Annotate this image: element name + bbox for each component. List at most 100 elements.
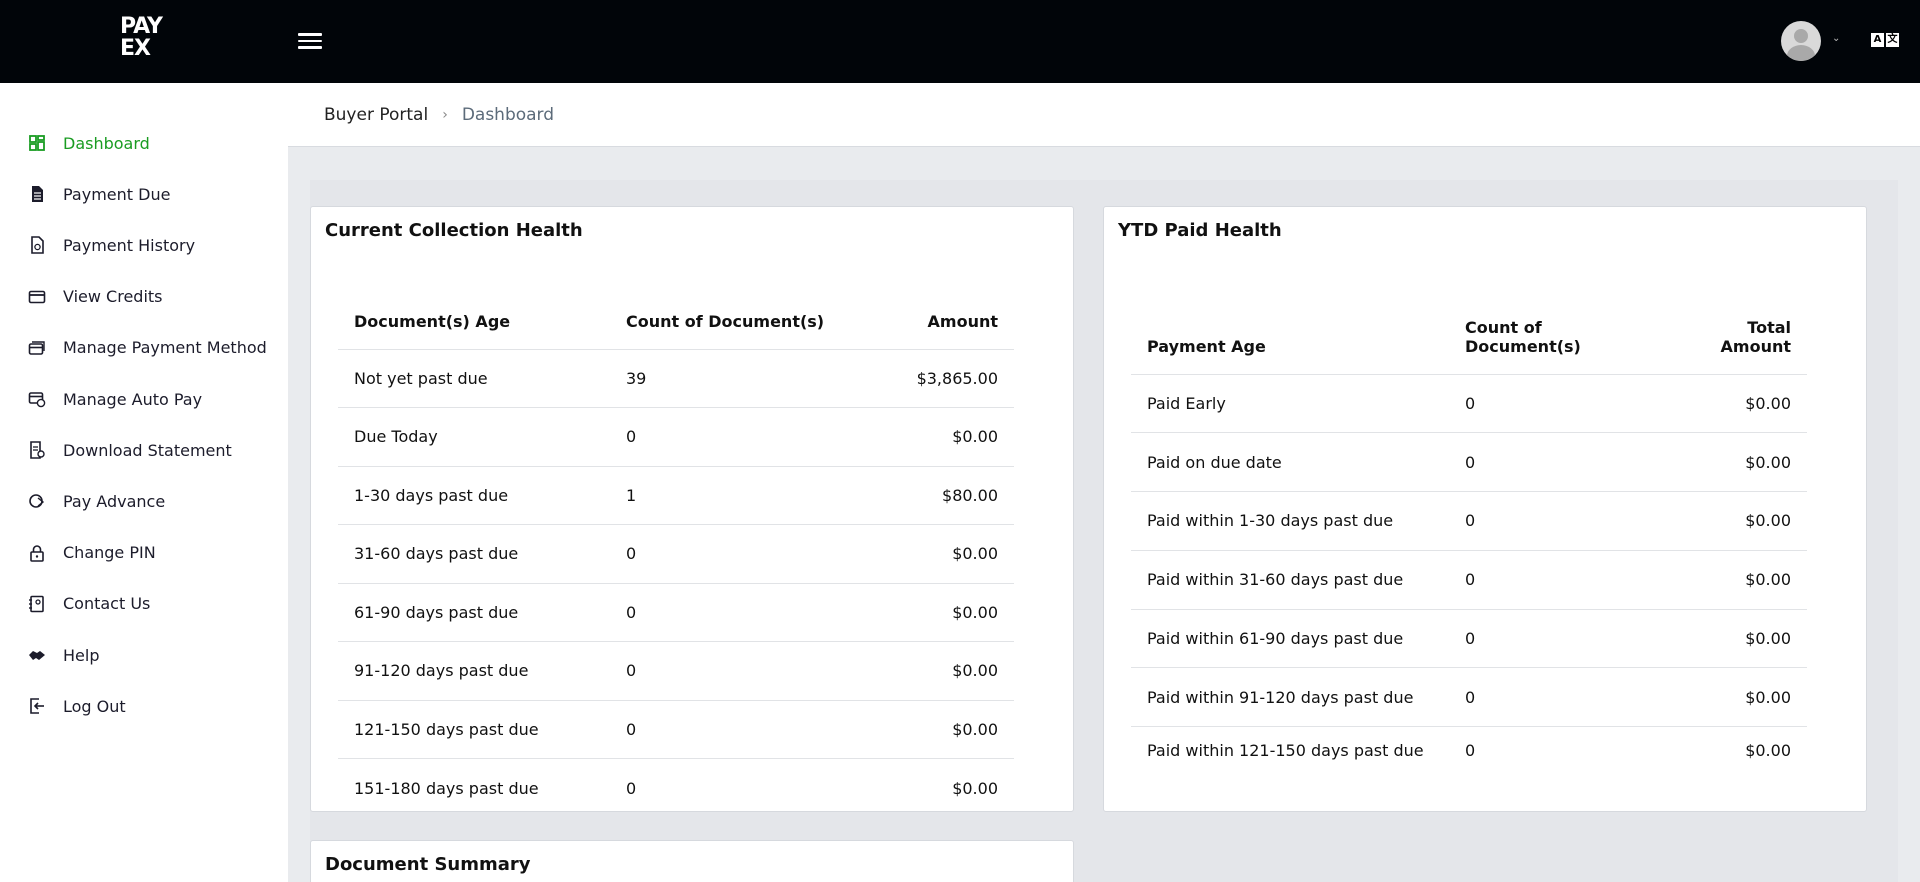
handshake-icon (28, 646, 46, 664)
sidebar-item-pay-advance[interactable]: Pay Advance (28, 489, 165, 513)
sidebar-item-label: Manage Auto Pay (63, 389, 203, 409)
sidebar-item-label: Payment Due (63, 184, 171, 204)
sidebar-item-label: Contact Us (63, 594, 151, 614)
payex-logo[interactable]: PAY EX (120, 16, 168, 64)
chevron-down-icon[interactable]: ⌄ (1832, 33, 1840, 44)
table-row: 151-180 days past due 0 $0.00 (338, 758, 1014, 817)
collection-cell: 0 (610, 758, 850, 817)
sidebar-item-label: Help (63, 645, 100, 665)
collection-cell: $80.00 (850, 465, 1014, 525)
table-row: Paid within 121-150 days past due 0 $0.00 (1131, 726, 1807, 786)
sidebar-item-label: Manage Payment Method (63, 338, 267, 358)
document-summary-title: Document Summary (325, 854, 531, 875)
collection-cell: $0.00 (850, 582, 1014, 642)
sidebar-item-label: View Credits (63, 287, 163, 307)
table-row: Due Today 0 $0.00 (338, 407, 1014, 466)
ytd-cell: $0.00 (1620, 432, 1807, 492)
ytd-cell: $0.00 (1620, 491, 1807, 551)
collection-cell: 121-150 days past due (338, 699, 610, 759)
sidebar-item-payment-due[interactable]: Payment Due (28, 182, 170, 206)
sidebar-item-label: Payment History (63, 235, 196, 255)
ytd-header-1: Count of Document(s) (1465, 317, 1581, 356)
sidebar-item-change-pin[interactable]: Change PIN (28, 541, 156, 565)
ytd-cell: Paid within 121-150 days past due (1131, 726, 1449, 786)
lang-latin-glyph: A (1871, 33, 1884, 47)
ytd-cell: Paid on due date (1131, 432, 1449, 492)
ytd-cell: Paid within 31-60 days past due (1131, 549, 1449, 610)
history-file-icon (28, 236, 46, 255)
sidebar-item-label: Download Statement (63, 440, 232, 460)
table-row: 91-120 days past due 0 $0.00 (338, 641, 1014, 700)
ytd-health-title: YTD Paid Health (1118, 220, 1282, 241)
cards-icon (28, 339, 46, 357)
sidebar-item-payment-history[interactable]: Payment History (28, 233, 195, 257)
ytd-cell: $0.00 (1620, 667, 1807, 727)
ytd-health-table: Payment Age Count of Document(s) Total Amo… (1131, 303, 1807, 786)
statement-icon (28, 441, 46, 459)
hamburger-menu-icon[interactable] (298, 29, 324, 51)
collection-health-card: Current Collection Health Document(s) Ag… (310, 206, 1074, 817)
table-row: 61-90 days past due 0 $0.00 (338, 582, 1014, 642)
collection-cell: $0.00 (850, 524, 1014, 583)
sidebar-item-view-credits[interactable]: View Credits (28, 285, 163, 309)
sidebar-item-help[interactable]: Help (28, 643, 99, 667)
collection-cell: 39 (610, 348, 850, 408)
collection-cell: 31-60 days past due (338, 524, 610, 583)
ytd-cell: Paid Early (1131, 373, 1449, 433)
collection-header-1: Count of Document(s) (626, 311, 825, 331)
lock-icon (28, 544, 46, 562)
card-clock-icon (28, 390, 46, 408)
sidebar-item-label: Dashboard (63, 133, 150, 153)
collection-header-2: Amount (927, 311, 998, 331)
ytd-cell: $0.00 (1620, 726, 1807, 786)
table-row: 31-60 days past due 0 $0.00 (338, 524, 1014, 583)
sidebar-item-label: Change PIN (63, 543, 156, 563)
collection-cell: 1 (610, 465, 850, 525)
ytd-cell: Paid within 91-120 days past due (1131, 667, 1449, 727)
sidebar-item-log-out[interactable]: Log Out (28, 694, 126, 718)
ytd-cell: 0 (1449, 491, 1621, 551)
ytd-cell: Paid within 1-30 days past due (1131, 491, 1449, 551)
logo-line-2: EX (120, 36, 151, 61)
ytd-cell: 0 (1449, 667, 1621, 727)
ytd-cell: 0 (1449, 373, 1621, 433)
lang-cjk-glyph: 文 (1886, 33, 1899, 47)
table-row: Paid within 91-120 days past due 0 $0.00 (1131, 667, 1807, 727)
ytd-cell: 0 (1449, 726, 1621, 786)
table-row: Paid on due date 0 $0.00 (1131, 432, 1807, 492)
collection-cell: Due Today (338, 407, 610, 466)
collection-cell: 0 (610, 582, 850, 642)
ytd-cell: $0.00 (1620, 608, 1807, 668)
collection-header-0: Document(s) Age (354, 311, 511, 331)
sidebar-item-dashboard[interactable]: Dashboard (28, 131, 150, 155)
collection-cell: Not yet past due (338, 348, 610, 408)
table-row: 1-30 days past due 1 $80.00 (338, 465, 1014, 525)
language-translate-icon[interactable]: A 文 (1871, 33, 1899, 49)
breadcrumb: Buyer Portal › Dashboard (288, 83, 1920, 147)
sidebar-item-label: Log Out (63, 696, 126, 716)
collection-cell: 0 (610, 699, 850, 759)
credit-card-icon (28, 288, 46, 306)
ytd-cell: 0 (1449, 608, 1621, 668)
logo-line-1: PAY (120, 14, 163, 39)
ytd-header-2: Total Amount (1720, 317, 1791, 356)
ytd-cell: $0.00 (1620, 373, 1807, 433)
sidebar-item-contact-us[interactable]: Contact Us (28, 592, 150, 616)
sidebar-item-manage-payment-method[interactable]: Manage Payment Method (28, 336, 267, 360)
sidebar-item-download-statement[interactable]: Download Statement (28, 438, 232, 462)
breadcrumb-current: Dashboard (461, 104, 555, 125)
collection-cell: 91-120 days past due (338, 641, 610, 700)
ytd-health-card: YTD Paid Health Payment Age Count of Docu… (1103, 206, 1867, 812)
contact-book-icon (28, 595, 46, 613)
sidebar-item-manage-auto-pay[interactable]: Manage Auto Pay (28, 387, 202, 411)
breadcrumb-root-link[interactable]: Buyer Portal (324, 105, 428, 125)
collection-cell: $0.00 (850, 407, 1014, 466)
ytd-header-0: Payment Age (1147, 336, 1266, 356)
user-avatar[interactable] (1781, 21, 1821, 61)
collection-cell: $0.00 (850, 699, 1014, 759)
table-row: Paid Early 0 $0.00 (1131, 373, 1807, 433)
ytd-cell: 0 (1449, 432, 1621, 492)
collection-cell: 0 (610, 407, 850, 466)
ytd-cell: Paid within 61-90 days past due (1131, 608, 1449, 668)
collection-cell: 61-90 days past due (338, 582, 610, 642)
